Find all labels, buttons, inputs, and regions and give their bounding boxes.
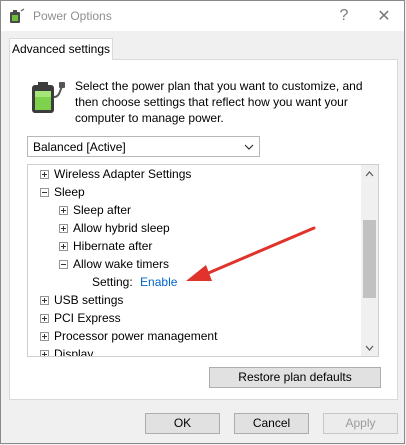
tree-item-label: Hibernate after [73,239,153,253]
tree-item-label: Wireless Adapter Settings [54,167,192,181]
expand-plus-icon[interactable] [40,350,49,356]
tree-item-label: Processor power management [54,329,218,343]
collapse-minus-icon[interactable] [59,260,68,269]
close-button[interactable]: ✕ [363,1,405,31]
tree-item-label: Allow wake timers [73,257,170,271]
power-plan-value: Balanced [Active] [33,140,126,154]
tree-item-label: USB settings [54,293,124,307]
power-options-icon [10,8,25,23]
expand-plus-icon[interactable] [59,206,68,215]
expand-plus-icon[interactable] [40,314,49,323]
expand-plus-icon[interactable] [59,242,68,251]
expand-plus-icon[interactable] [40,296,49,305]
chevron-up-icon [365,170,374,176]
tree-item-label: Allow hybrid sleep [73,221,170,235]
setting-value-link[interactable]: Enable [140,275,177,289]
expand-plus-icon[interactable] [59,224,68,233]
tree-item-label: Sleep [54,185,85,199]
collapse-minus-icon[interactable] [40,188,49,197]
settings-tree: Wireless Adapter Settings Sleep Sleep af… [27,164,379,357]
power-options-window: Power Options ? ✕ Advanced settings Sele… [0,0,405,444]
help-button[interactable]: ? [323,1,365,31]
restore-plan-defaults-button[interactable]: Restore plan defaults [209,367,381,388]
power-plan-select[interactable]: Balanced [Active] [27,136,260,157]
tab-advanced-settings[interactable]: Advanced settings [9,38,113,60]
scroll-thumb[interactable] [363,220,376,298]
chevron-down-icon [244,144,254,150]
expand-plus-icon[interactable] [40,332,49,341]
tree-item-label: Display [54,347,94,357]
cancel-button[interactable]: Cancel [234,413,309,434]
battery-plug-icon [32,82,65,113]
scroll-down-button[interactable] [361,339,378,356]
apply-button[interactable]: Apply [323,413,398,434]
description-text: Select the power plan that you want to c… [75,79,363,125]
title-bar: Power Options ? ✕ [1,1,404,31]
tree-scrollbar[interactable] [361,165,378,356]
setting-row: Setting: Enable [92,273,177,291]
expand-plus-icon[interactable] [40,170,49,179]
window-title: Power Options [33,9,112,23]
ok-button[interactable]: OK [145,413,220,434]
tree-item-label: Sleep after [73,203,132,217]
scroll-up-button[interactable] [361,165,378,182]
tree-item-label: PCI Express [54,311,121,325]
setting-label: Setting: [92,275,133,289]
chevron-down-icon [365,345,374,351]
